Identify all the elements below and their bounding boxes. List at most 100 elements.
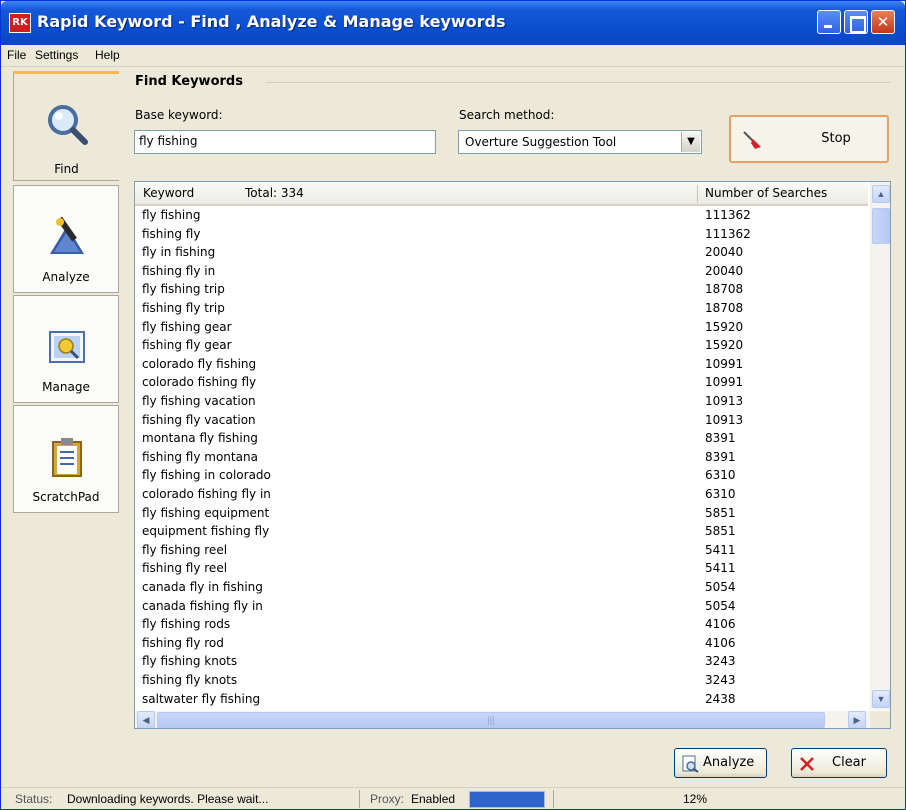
column-header-searches[interactable]: Number of Searches: [705, 186, 827, 200]
title-bar[interactable]: RK Rapid Keyword - Find , Analyze & Mana…: [1, 1, 905, 45]
table-row[interactable]: colorado fly fishing 10991: [135, 356, 868, 374]
nav-label-manage: Manage: [42, 380, 90, 394]
nav-tab-scratchpad[interactable]: ScratchPad: [13, 405, 119, 513]
base-keyword-input[interactable]: fly fishing: [134, 130, 436, 154]
column-separator[interactable]: [697, 185, 698, 203]
table-row[interactable]: saltwater fly fishing 2438: [135, 691, 868, 709]
main-window: RK Rapid Keyword - Find , Analyze & Mana…: [0, 0, 906, 810]
keyword-cell: colorado fishing fly in: [142, 487, 271, 501]
status-bar: Status: Downloading keywords. Please wai…: [1, 787, 905, 809]
menu-help[interactable]: Help: [95, 48, 120, 62]
table-row[interactable]: fishing fly 111362: [135, 226, 868, 244]
nav-tab-manage[interactable]: Manage: [13, 295, 119, 403]
keyword-cell: fishing fly in: [142, 263, 216, 278]
app-logo-icon: RK: [9, 13, 31, 33]
status-text: Downloading keywords. Please wait...: [67, 792, 269, 806]
keyword-cell: fishing fly reel: [142, 561, 228, 576]
searches-cell: 10991: [705, 375, 744, 390]
table-row[interactable]: fly fishing vacation 10913: [135, 393, 868, 411]
table-row[interactable]: fly fishing trip 18708: [135, 281, 868, 299]
searches-cell: 8391: [705, 431, 736, 446]
table-row[interactable]: fishing fly vacation 10913: [135, 412, 868, 430]
scroll-down-icon[interactable]: ▼: [872, 690, 890, 708]
left-nav: Find Analyze Manage ScratchPad: [11, 71, 119, 739]
table-row[interactable]: fly fishing rods 4106: [135, 616, 868, 634]
table-row[interactable]: fishing fly in 20040: [135, 263, 868, 281]
nav-tab-find[interactable]: Find: [13, 71, 119, 181]
searches-cell: 18708: [705, 301, 744, 315]
keyword-cell: fishing fly: [142, 226, 201, 241]
table-row[interactable]: colorado fishing fly in 6310: [135, 486, 868, 504]
scroll-left-icon[interactable]: ◀: [137, 711, 155, 728]
searches-cell: 15920: [705, 338, 744, 353]
searches-cell: 2438: [705, 691, 736, 706]
analyze-button[interactable]: Analyze: [674, 748, 767, 778]
table-row[interactable]: fishing fly gear 15920: [135, 337, 868, 355]
keyword-list[interactable]: Keyword Total: 334 Number of Searches fl…: [134, 181, 891, 729]
clear-button[interactable]: Clear: [791, 748, 887, 778]
clipboard-icon: [52, 438, 82, 477]
table-row[interactable]: fly in fishing 20040: [135, 244, 868, 262]
table-row[interactable]: colorado fishing fly 10991: [135, 374, 868, 392]
find-group-title: Find Keywords: [135, 74, 243, 89]
table-row[interactable]: fly fishing gear 15920: [135, 319, 868, 337]
total-count: Total: 334: [245, 186, 304, 200]
proxy-value: Enabled: [411, 792, 456, 806]
table-row[interactable]: fishing fly montana 8391: [135, 449, 868, 467]
horizontal-scroll-thumb[interactable]: |||: [157, 712, 825, 728]
searches-cell: 111362: [705, 226, 751, 241]
table-row[interactable]: montana fly fishing 8391: [135, 430, 868, 448]
keyword-cell: equipment fishing fly: [142, 524, 270, 539]
stop-button[interactable]: Stop: [729, 115, 889, 163]
menu-settings[interactable]: Settings: [35, 48, 78, 62]
close-button[interactable]: ✕: [871, 10, 895, 34]
table-row[interactable]: fishing fly knots 3243: [135, 672, 868, 690]
keyword-cell: fly fishing trip: [142, 282, 225, 297]
dropdown-arrow-icon[interactable]: ▼: [681, 132, 700, 152]
table-row[interactable]: fishing fly trip 18708: [135, 300, 868, 318]
nav-label-find: Find: [54, 162, 79, 176]
searches-cell: 8391: [705, 449, 736, 464]
magnifier-icon: [48, 105, 88, 145]
table-row[interactable]: canada fly in fishing 5054: [135, 579, 868, 597]
minimize-button[interactable]: [817, 10, 841, 34]
table-row[interactable]: fishing fly rod 4106: [135, 635, 868, 653]
nav-tab-analyze[interactable]: Analyze: [13, 185, 119, 293]
search-method-select[interactable]: Overture Suggestion Tool ▼: [458, 130, 702, 154]
table-row[interactable]: fly fishing 111362: [135, 207, 868, 225]
table-row[interactable]: fly fishing in colorado 6310: [135, 467, 868, 485]
manage-icon: [49, 331, 85, 363]
keyword-cell: fishing fly rod: [142, 635, 224, 650]
table-row[interactable]: equipment fishing fly 5851: [135, 523, 868, 541]
list-rows: fly fishing 111362 fishing fly 111362 fly in…: [135, 207, 868, 712]
nav-label-scratchpad: ScratchPad: [32, 490, 100, 504]
scroll-up-icon[interactable]: ▲: [872, 185, 890, 203]
table-row[interactable]: fly fishing equipment 5851: [135, 505, 868, 523]
menu-file[interactable]: File: [7, 48, 26, 62]
searches-cell: 5054: [705, 580, 736, 594]
status-separator: [359, 790, 360, 808]
vertical-scrollbar[interactable]: ▲ ▼: [870, 182, 890, 710]
horizontal-scrollbar[interactable]: ◀ ||| ▶: [135, 711, 870, 728]
searches-cell: 5851: [705, 505, 736, 520]
table-row[interactable]: fly fishing knots 3243: [135, 653, 868, 671]
pen-icon: [743, 131, 761, 149]
keyword-cell: fly fishing reel: [142, 542, 228, 557]
keyword-cell: fly fishing in colorado: [142, 468, 271, 483]
searches-cell: 10913: [705, 394, 744, 408]
table-row[interactable]: fly fishing reel 5411: [135, 542, 868, 560]
search-method-label: Search method:: [459, 108, 555, 122]
keyword-cell: fly fishing knots: [142, 654, 238, 669]
table-row[interactable]: fishing fly reel 5411: [135, 560, 868, 578]
vertical-scroll-thumb[interactable]: [872, 208, 890, 244]
download-progress-bar: [469, 791, 545, 808]
maximize-button[interactable]: [844, 10, 868, 34]
table-row[interactable]: canada fishing fly in 5054: [135, 598, 868, 616]
column-header-keyword[interactable]: Keyword: [143, 186, 194, 200]
scroll-right-icon[interactable]: ▶: [848, 711, 866, 728]
keyword-cell: fishing fly knots: [142, 673, 238, 687]
menu-bar: File Settings Help: [1, 45, 905, 67]
proxy-label: Proxy:: [370, 792, 405, 806]
keyword-cell: fly fishing vacation: [142, 394, 256, 408]
group-divider: [266, 82, 891, 83]
